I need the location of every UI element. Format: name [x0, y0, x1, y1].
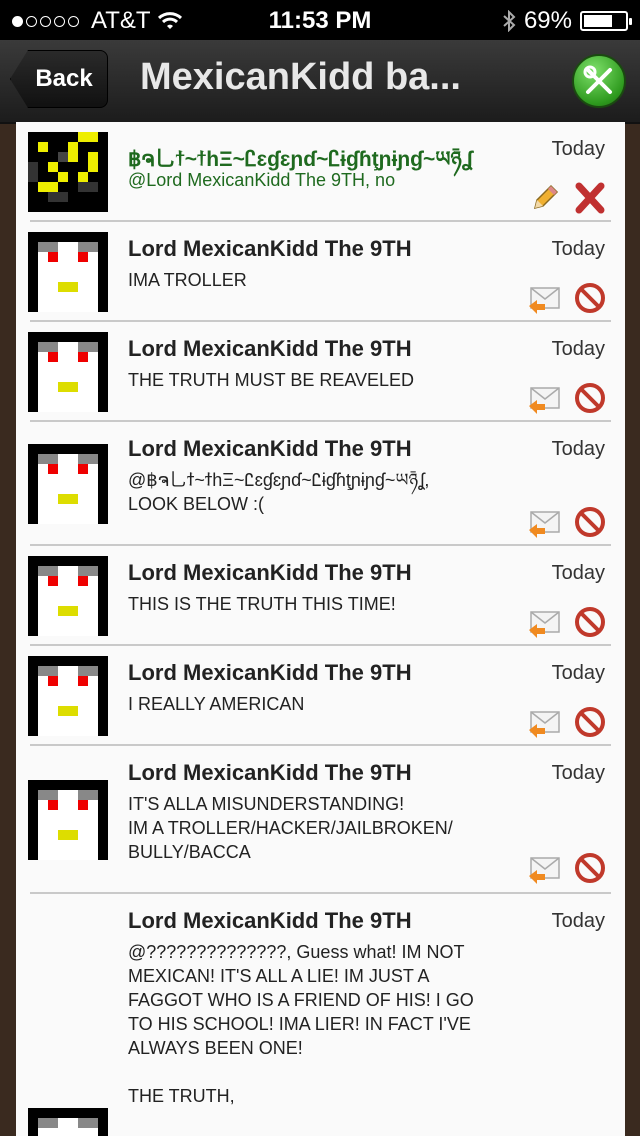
status-bar: AT&T 11:53 PM 69% — [0, 0, 640, 40]
list-item: Lord MexicanKidd The 9TH Today THIS IS T… — [16, 546, 625, 646]
navigation-bar: Back MexicanKidd ba... — [0, 40, 640, 124]
block-icon[interactable] — [573, 282, 607, 314]
message-time: Today — [551, 910, 605, 932]
message-time: Today — [551, 662, 605, 684]
message-text: THE TRUTH MUST BE REAVELED — [128, 370, 415, 390]
reply-mail-icon[interactable] — [527, 706, 561, 738]
avatar[interactable] — [28, 332, 108, 412]
message-list[interactable]: ฿ຈ乚ϯ~ϯhΞ~Ꮭɛɠɛɲɗ~Ꮭɨɠɦţɲɨɲɠ~ཡཉ̄ʆ Today @Lo… — [16, 122, 625, 1136]
avatar[interactable] — [28, 1108, 108, 1136]
page-title: MexicanKidd ba... — [140, 56, 461, 98]
message-text: @??????????????, Guess what! IM NOT MEXI… — [128, 942, 474, 1106]
message-text: THIS IS THE TRUTH THIS TIME! — [128, 594, 396, 614]
pencil-icon[interactable] — [527, 182, 561, 214]
message-time: Today — [551, 762, 605, 784]
avatar[interactable] — [28, 444, 108, 524]
wrench-screwdriver-icon — [583, 65, 612, 94]
reply-mail-icon[interactable] — [527, 282, 561, 314]
message-time: Today — [551, 438, 605, 460]
reply-mail-icon[interactable] — [527, 506, 561, 538]
back-button[interactable]: Back — [10, 50, 108, 108]
status-right: 69% — [502, 7, 632, 35]
message-time: Today — [551, 562, 605, 584]
list-item: Lord MexicanKidd The 9TH Today I REALLY … — [16, 646, 625, 746]
bluetooth-icon — [503, 10, 516, 32]
list-item: Lord MexicanKidd The 9TH Today @฿ຈ乚ϯ~ϯhΞ… — [16, 422, 625, 546]
block-icon[interactable] — [573, 606, 607, 638]
message-author[interactable]: Lord MexicanKidd The 9TH — [128, 760, 412, 786]
message-time: Today — [551, 138, 605, 160]
message-text: IMA TROLLER — [128, 270, 247, 290]
message-text: I REALLY AMERICAN — [128, 694, 305, 714]
tools-button[interactable] — [572, 54, 626, 108]
delete-icon[interactable] — [573, 182, 607, 214]
message-text: @Lord MexicanKidd The 9TH, no — [128, 170, 396, 190]
message-author[interactable]: Lord MexicanKidd The 9TH — [128, 436, 412, 462]
list-item: Lord MexicanKidd The 9TH Today @????????… — [16, 894, 625, 1136]
battery-icon — [580, 11, 632, 31]
reply-mail-icon[interactable] — [527, 382, 561, 414]
message-text: @฿ຈ乚ϯ~ϯhΞ~Ꮭɛɠɛɲɗ~Ꮭɨɠɦţɲɨɲɠ~ཡཉ̄ʆ, LOOK BE… — [128, 470, 430, 514]
message-author[interactable]: Lord MexicanKidd The 9TH — [128, 336, 412, 362]
battery-percent: 69% — [523, 7, 572, 34]
avatar[interactable] — [28, 780, 108, 860]
block-icon[interactable] — [573, 506, 607, 538]
message-author[interactable]: Lord MexicanKidd The 9TH — [128, 660, 412, 686]
message-text: IT'S ALLA MISUNDERSTANDING! IM A TROLLER… — [128, 794, 453, 862]
list-item: Lord MexicanKidd The 9TH Today IT'S ALLA… — [16, 746, 625, 894]
avatar[interactable] — [28, 232, 108, 312]
avatar[interactable] — [28, 656, 108, 736]
reply-mail-icon[interactable] — [527, 606, 561, 638]
reply-mail-icon[interactable] — [527, 852, 561, 884]
block-icon[interactable] — [573, 706, 607, 738]
block-icon[interactable] — [573, 382, 607, 414]
list-item: Lord MexicanKidd The 9TH Today THE TRUTH… — [16, 322, 625, 422]
message-time: Today — [551, 338, 605, 360]
list-item: Lord MexicanKidd The 9TH Today IMA TROLL… — [16, 222, 625, 322]
message-author[interactable]: Lord MexicanKidd The 9TH — [128, 560, 412, 586]
message-author[interactable]: Lord MexicanKidd The 9TH — [128, 908, 412, 934]
list-item: ฿ຈ乚ϯ~ϯhΞ~Ꮭɛɠɛɲɗ~Ꮭɨɠɦţɲɨɲɠ~ཡཉ̄ʆ Today @Lo… — [16, 122, 625, 222]
message-author[interactable]: Lord MexicanKidd The 9TH — [128, 236, 412, 262]
avatar[interactable] — [28, 132, 108, 212]
block-icon[interactable] — [573, 852, 607, 884]
message-time: Today — [551, 238, 605, 260]
avatar[interactable] — [28, 556, 108, 636]
